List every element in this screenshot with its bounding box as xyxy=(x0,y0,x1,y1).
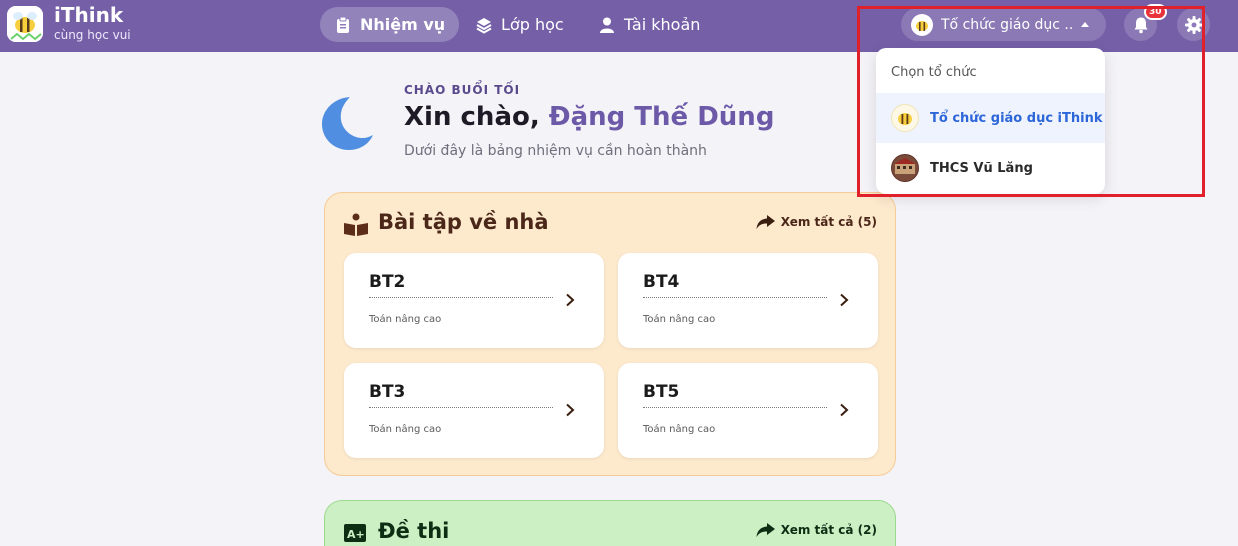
divider xyxy=(369,297,553,298)
layers-icon xyxy=(476,17,492,34)
user-name: Đặng Thế Dũng xyxy=(548,102,775,132)
highlight-box xyxy=(857,6,1205,197)
divider xyxy=(643,297,827,298)
exams-section: A+ Đề thi Xem tất cả (2) xyxy=(324,500,896,546)
exams-see-all-label: Xem tất cả (2) xyxy=(780,523,877,537)
homework-see-all-label: Xem tất cả (5) xyxy=(780,215,877,229)
chevron-right-icon xyxy=(566,403,575,417)
bee-logo-icon xyxy=(7,6,43,42)
card-title: BT5 xyxy=(643,382,680,402)
nav-tasks-label: Nhiệm vụ xyxy=(360,15,446,34)
clipboard-icon xyxy=(337,16,349,33)
brand: iThink cùng học vui xyxy=(54,3,131,43)
card-subject: Toán nâng cao xyxy=(369,314,442,325)
chevron-right-icon xyxy=(840,403,849,417)
card-subject: Toán nâng cao xyxy=(643,424,716,435)
homework-see-all-link[interactable]: Xem tất cả (5) xyxy=(756,215,877,229)
card-subject: Toán nâng cao xyxy=(643,314,716,325)
chevron-right-icon xyxy=(840,293,849,307)
chevron-right-icon xyxy=(566,293,575,307)
book-reader-icon xyxy=(344,213,368,236)
greeting-title: Xin chào, Đặng Thế Dũng xyxy=(404,102,774,132)
card-title: BT3 xyxy=(369,382,406,402)
homework-card[interactable]: BT2 Toán nâng cao xyxy=(344,253,604,348)
greeting-hello: Xin chào, xyxy=(404,102,549,132)
exams-see-all-link[interactable]: Xem tất cả (2) xyxy=(756,523,877,537)
greeting-period: CHÀO BUỔI TỐI xyxy=(404,83,521,97)
divider xyxy=(643,407,827,408)
card-title: BT4 xyxy=(643,272,680,292)
card-title: BT2 xyxy=(369,272,406,292)
homework-card[interactable]: BT3 Toán nâng cao xyxy=(344,363,604,458)
nav-classes[interactable]: Lớp học xyxy=(461,7,578,42)
user-icon xyxy=(600,17,614,33)
homework-card[interactable]: BT5 Toán nâng cao xyxy=(618,363,878,458)
brand-name: iThink xyxy=(54,3,124,27)
card-subject: Toán nâng cao xyxy=(369,424,442,435)
nav-tasks[interactable]: Nhiệm vụ xyxy=(320,7,460,42)
exams-title: Đề thi xyxy=(378,519,450,543)
svg-text:A+: A+ xyxy=(347,528,365,541)
homework-title: Bài tập về nhà xyxy=(378,210,549,234)
homework-section: Bài tập về nhà Xem tất cả (5) BT2 Toán n… xyxy=(324,192,896,476)
brand-tagline: cùng học vui xyxy=(54,28,131,42)
nav-account-label: Tài khoản xyxy=(624,15,701,34)
share-arrow-icon xyxy=(756,215,775,229)
divider xyxy=(369,407,553,408)
exam-grade-icon: A+ xyxy=(344,524,366,542)
greeting-subtitle: Dưới đây là bảng nhiệm vụ cần hoàn thành xyxy=(404,143,707,159)
moon-icon xyxy=(322,97,373,150)
logo[interactable] xyxy=(7,6,43,42)
homework-card[interactable]: BT4 Toán nâng cao xyxy=(618,253,878,348)
nav-classes-label: Lớp học xyxy=(501,15,564,34)
share-arrow-icon xyxy=(756,523,775,537)
nav-account[interactable]: Tài khoản xyxy=(584,7,714,42)
